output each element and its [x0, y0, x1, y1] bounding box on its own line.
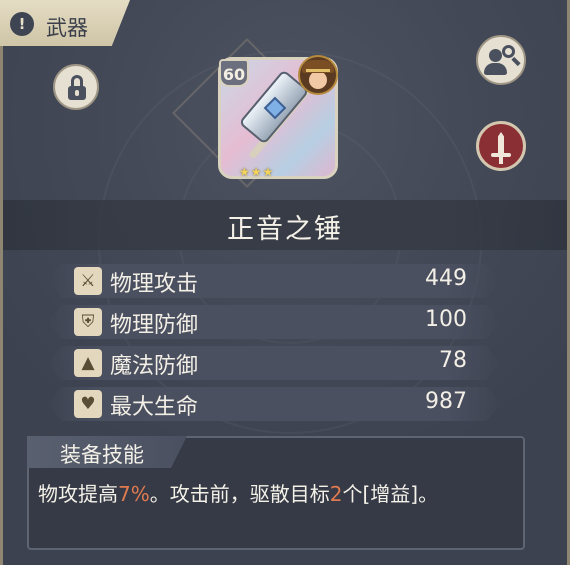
stat-label: 最大生命: [110, 395, 199, 420]
heart-icon: ♥: [74, 390, 102, 418]
weapon-name: 正音之锤: [227, 214, 343, 245]
skill-desc-text: 物攻提高: [38, 482, 118, 506]
skill-desc-text: 。攻击前，驱散目标: [149, 482, 330, 506]
stat-value: 78: [439, 348, 467, 373]
skill-title: 装备技能: [60, 443, 144, 467]
star-rating: ★★★: [239, 165, 275, 179]
stat-label: 物理防御: [110, 313, 199, 338]
category-tab-label: 武器: [46, 16, 88, 40]
skill-description: 物攻提高7%。攻击前，驱散目标2个[增益]。: [38, 478, 438, 507]
stat-value: 449: [425, 266, 467, 291]
stat-value: 100: [425, 307, 467, 332]
shield-icon: ⛨: [74, 308, 102, 336]
stat-label: 物理攻击: [110, 272, 199, 297]
sword-icon: [498, 132, 504, 154]
category-tab: ! 武器: [0, 0, 130, 46]
user-search-icon: [489, 49, 502, 62]
lock-button[interactable]: [53, 64, 99, 110]
level-badge: 60: [219, 59, 249, 87]
character-preview-button[interactable]: [476, 35, 526, 85]
stat-value: 987: [425, 389, 467, 414]
skill-desc-text: 个[增益]。: [342, 482, 439, 506]
sword-icon: ⚔: [74, 267, 102, 295]
exclamation-icon: !: [10, 12, 34, 36]
wizard-hat-icon: ▲: [74, 349, 102, 377]
skill-desc-highlight: 7%: [118, 482, 150, 506]
stat-label: 魔法防御: [110, 354, 199, 379]
weapon-type-badge[interactable]: [476, 121, 526, 171]
character-avatar[interactable]: [298, 55, 338, 95]
skill-desc-highlight: 2: [329, 482, 343, 506]
